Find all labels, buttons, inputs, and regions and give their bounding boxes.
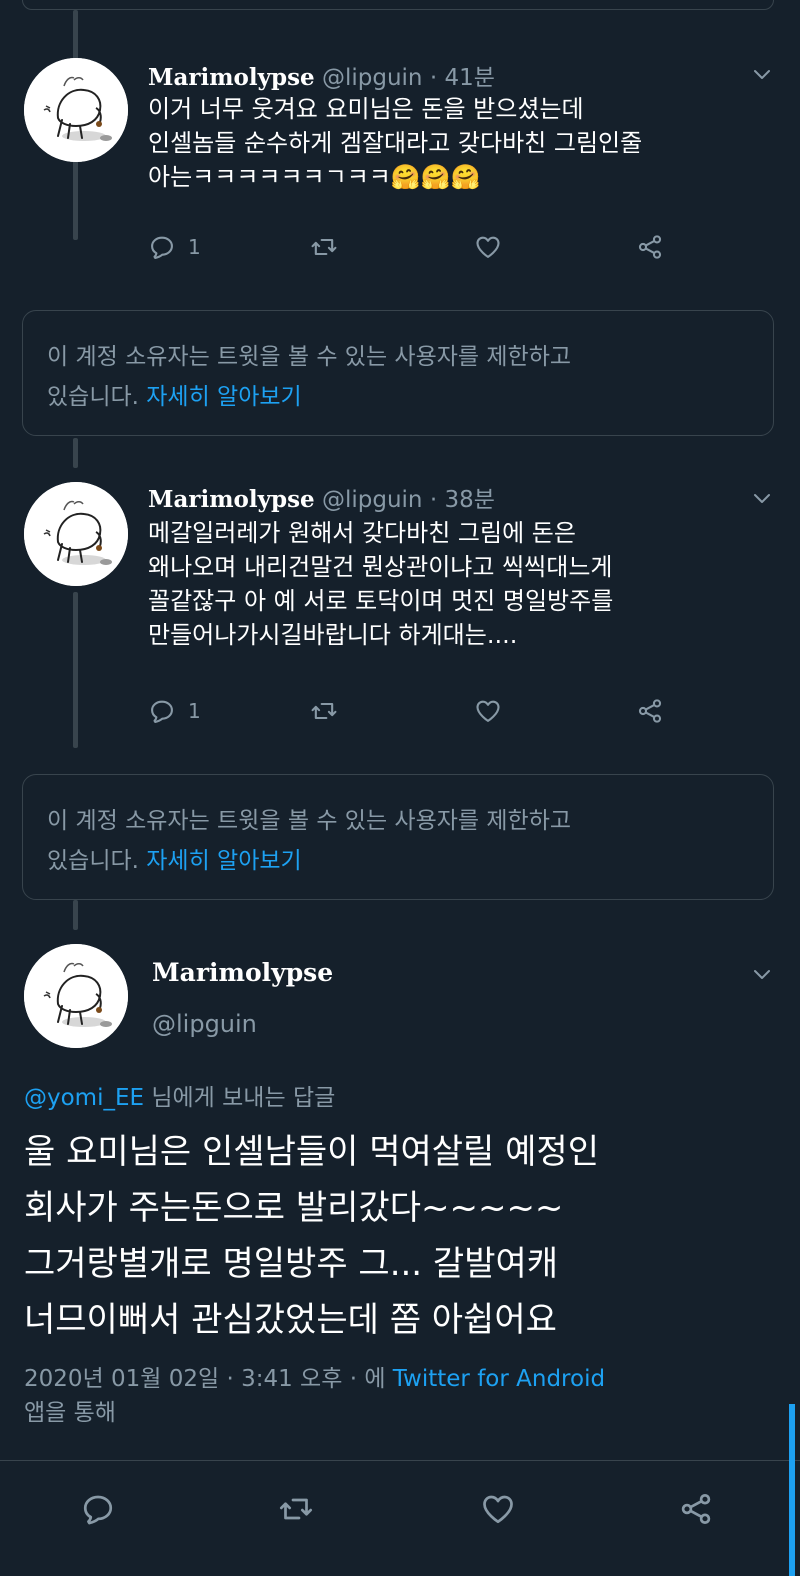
notice-text: 있습니다. [47,848,139,874]
restricted-notice: 이 계정 소유자는 트윗을 볼 수 있는 사용자를 제한하고 있습니다. 자세히… [22,310,774,436]
display-name[interactable]: Marimolypse [152,958,333,987]
heart-icon [474,697,502,725]
avatar[interactable] [24,482,128,586]
learn-more-link[interactable]: 자세히 알아보기 [146,384,301,410]
tweet-text-line: 너므이뻐서 관심갔었는데 쫌 아쉽어요 [24,1300,557,1340]
mention-link[interactable]: @yomi_EE [24,1085,144,1111]
retweet-button[interactable] [310,230,338,264]
retweet-button[interactable] [310,694,338,728]
retweet-button[interactable] [278,1484,314,1534]
learn-more-link[interactable]: 자세히 알아보기 [146,848,301,874]
tweet-text: 울 요미님은 인셀남들이 먹여살릴 예정인 회사가 주는돈으로 발리갔다~~~~… [24,1124,784,1348]
timestamp[interactable]: 2020년 01월 02일 · 3:41 오후 · 에 [24,1366,385,1392]
display-name[interactable]: Marimolypse [148,486,315,513]
separator: · [429,487,438,513]
via-text: 앱을 통해 [24,1400,116,1426]
notice-text: 이 계정 소유자는 트윗을 볼 수 있는 사용자를 제한하고 [47,808,572,834]
retweet-icon [310,697,338,725]
reply-count: 1 [188,235,201,259]
share-button[interactable] [678,1484,714,1534]
like-button[interactable] [474,230,502,264]
source-app-link[interactable]: Twitter for Android [393,1366,605,1392]
share-button[interactable] [636,694,664,728]
reply-icon [148,697,176,725]
tweet-text-line: 이거 너무 웃겨요 요미님은 돈을 받으셨는데 [148,95,584,123]
tweet-text-line: 메갈일러레가 원해서 갖다바친 그림에 돈은 [148,519,576,547]
like-button[interactable] [480,1484,516,1534]
like-button[interactable] [474,694,502,728]
replying-to: @yomi_EE 님에게 보내는 답글 [24,1078,335,1112]
share-button[interactable] [636,230,664,264]
reply-icon [148,233,176,261]
tweet-text-line: 만들어나가시길바랍니다 하게대는.... [148,621,518,649]
reply-count: 1 [188,699,201,723]
restricted-notice: 이 계정 소유자는 트윗을 볼 수 있는 사용자를 제한하고 있습니다. 자세히… [22,774,774,900]
divider [0,1460,800,1461]
share-icon [636,697,664,725]
user-handle-text: @lipguin [152,1010,257,1038]
tweet-time[interactable]: 38분 [444,487,494,513]
tweet-text-line: 그거랑별개로 명일방주 그... 갈발여캐 [24,1244,559,1284]
replying-suffix: 님에게 보내는 답글 [151,1085,336,1111]
user-handle[interactable]: @lipguin [152,1010,257,1038]
thread-line [73,592,78,748]
reply-button[interactable]: 1 [148,230,201,264]
user-handle[interactable]: @lipguin [322,65,423,91]
tweet-text: 메갈일러레가 원해서 갖다바친 그림에 돈은 왜나오며 내리건말건 뭔상관이냐고… [148,516,768,652]
notice-text: 있습니다. [47,384,139,410]
share-icon [636,233,664,261]
tweet-header: Marimolypse @lipguin · 38분 [148,480,495,514]
tweet-text-line: 회사가 주는돈으로 발리갔다~~~~~ [24,1188,564,1228]
tweet-text-line: 꼴같잖구 아 예 서로 토닥이며 멋진 명일방주를 [148,587,614,615]
chevron-down-icon[interactable] [750,62,774,86]
scrollbar[interactable] [789,1404,795,1576]
tweet-text-line: 아는ㅋㅋㅋㅋㅋㅋㄱㅋㅋ🤗🤗🤗 [148,163,481,191]
heart-icon [474,233,502,261]
tweet-text-line: 인셀놈들 순수하게 겜잘대라고 갖다바친 그림인줄 [148,129,643,157]
heart-icon [480,1491,516,1527]
previous-notice-card [22,0,774,10]
tweet-actions: 1 [148,694,708,728]
tweet-text: 이거 너무 웃겨요 요미님은 돈을 받으셨는데 인셀놈들 순수하게 겜잘대라고 … [148,92,768,194]
share-icon [678,1491,714,1527]
tweet-text-line: 왜나오며 내리건말건 뭔상관이냐고 씩씩대느게 [148,553,613,581]
tweet-header: Marimolypse @lipguin · 41분 [148,58,495,92]
retweet-icon [278,1491,314,1527]
retweet-icon [310,233,338,261]
avatar[interactable] [24,58,128,162]
chevron-down-icon[interactable] [750,486,774,510]
user-handle[interactable]: @lipguin [322,487,423,513]
tweet-meta: 2020년 01월 02일 · 3:41 오후 · 에 Twitter for … [24,1362,605,1430]
thread-line [73,900,78,930]
reply-button[interactable] [80,1484,116,1534]
thread-line [73,438,78,468]
notice-text: 이 계정 소유자는 트윗을 볼 수 있는 사용자를 제한하고 [47,344,572,370]
reply-icon [80,1491,116,1527]
separator: · [429,65,438,91]
reply-button[interactable]: 1 [148,694,201,728]
tweet-actions [0,1484,800,1534]
avatar[interactable] [24,944,128,1048]
display-name[interactable]: Marimolypse [148,64,315,91]
tweet-time[interactable]: 41분 [444,65,494,91]
tweet-actions: 1 [148,230,708,264]
chevron-down-icon[interactable] [750,962,774,986]
tweet-text-line: 울 요미님은 인셀남들이 먹여살릴 예정인 [24,1132,599,1172]
display-name-text: Marimolypse [152,958,334,987]
